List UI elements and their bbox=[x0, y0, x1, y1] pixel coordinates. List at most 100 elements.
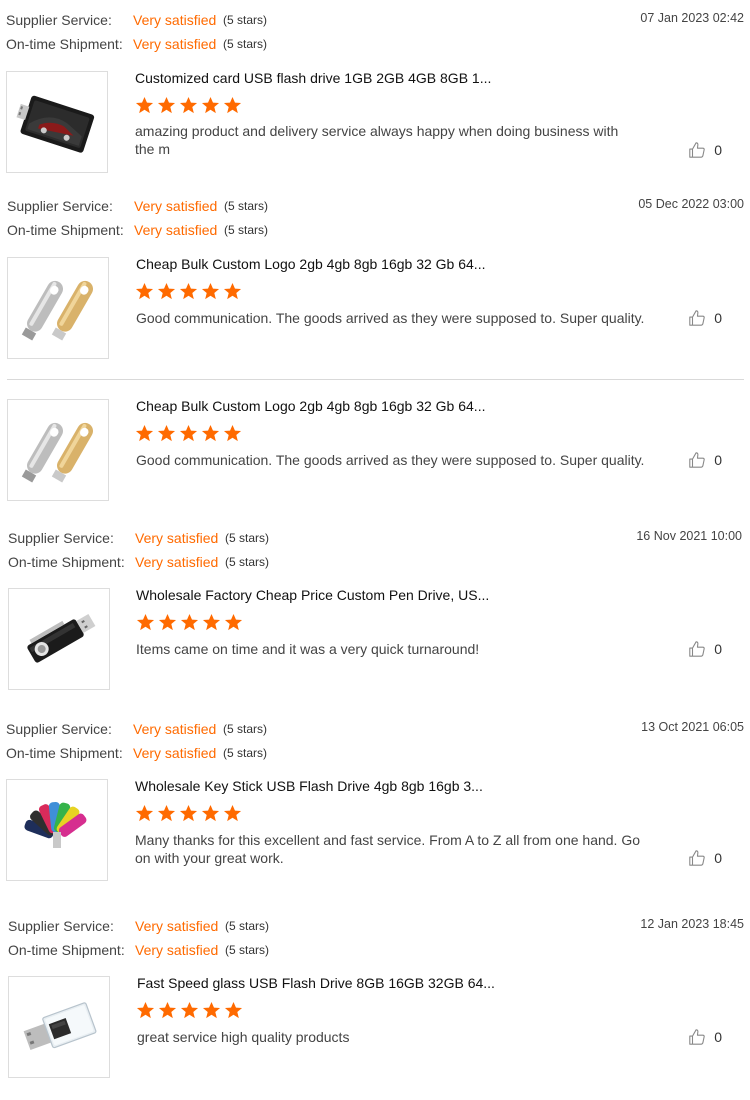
colorful-key-usb-image[interactable] bbox=[6, 779, 108, 881]
product-title[interactable]: Wholesale Factory Cheap Price Custom Pen… bbox=[136, 587, 489, 603]
like-button[interactable]: 0 bbox=[688, 309, 722, 327]
rating-stars bbox=[135, 804, 242, 823]
supplier-service-value: Very satisfied bbox=[135, 530, 219, 546]
like-button[interactable]: 0 bbox=[688, 849, 722, 867]
like-count: 0 bbox=[714, 310, 722, 326]
supplier-service-value: Very satisfied bbox=[134, 198, 218, 214]
ontime-shipment-row: On-time Shipment: Very satisfied (5 star… bbox=[6, 35, 267, 53]
supplier-service-row: Supplier Service: Very satisfied (5 star… bbox=[6, 11, 267, 29]
ontime-shipment-value: Very satisfied bbox=[135, 554, 219, 570]
product-title[interactable]: Customized card USB flash drive 1GB 2GB … bbox=[135, 70, 491, 86]
review-comment: Good communication. The goods arrived as… bbox=[136, 310, 645, 326]
like-count: 0 bbox=[714, 850, 722, 866]
star-icon bbox=[157, 804, 176, 822]
star-icon bbox=[180, 613, 199, 631]
ontime-shipment-stars: (5 stars) bbox=[225, 943, 270, 957]
star-icon bbox=[201, 424, 220, 442]
star-icon bbox=[223, 96, 242, 114]
ontime-shipment-value: Very satisfied bbox=[133, 36, 217, 52]
metal-keychain-usb-image[interactable] bbox=[7, 399, 109, 501]
like-button[interactable]: 0 bbox=[688, 141, 722, 159]
review-date: 05 Dec 2022 03:00 bbox=[638, 197, 744, 211]
ontime-shipment-label: On-time Shipment: bbox=[8, 942, 125, 958]
supplier-service-stars: (5 stars) bbox=[223, 13, 268, 27]
like-count: 0 bbox=[714, 452, 722, 468]
ontime-shipment-value: Very satisfied bbox=[135, 942, 219, 958]
star-icon bbox=[224, 1001, 243, 1019]
star-icon bbox=[179, 424, 198, 442]
glass-usb-image[interactable] bbox=[8, 976, 110, 1078]
like-button[interactable]: 0 bbox=[688, 451, 722, 469]
supplier-service-label: Supplier Service: bbox=[6, 12, 112, 28]
star-icon bbox=[136, 1001, 155, 1019]
product-title[interactable]: Fast Speed glass USB Flash Drive 8GB 16G… bbox=[137, 975, 495, 991]
ontime-shipment-label: On-time Shipment: bbox=[8, 554, 125, 570]
star-icon bbox=[157, 282, 176, 300]
supplier-service-row: Supplier Service: Very satisfied (5 star… bbox=[7, 197, 268, 215]
ontime-shipment-stars: (5 stars) bbox=[223, 37, 268, 51]
ontime-shipment-label: On-time Shipment: bbox=[6, 36, 123, 52]
thumbs-up-icon bbox=[689, 142, 705, 158]
product-title[interactable]: Wholesale Key Stick USB Flash Drive 4gb … bbox=[135, 778, 483, 794]
swivel-usb-image[interactable] bbox=[8, 588, 110, 690]
supplier-service-row: Supplier Service: Very satisfied (5 star… bbox=[8, 917, 269, 935]
product-title[interactable]: Cheap Bulk Custom Logo 2gb 4gb 8gb 16gb … bbox=[136, 398, 485, 414]
supplier-service-value: Very satisfied bbox=[135, 918, 219, 934]
star-icon bbox=[224, 613, 243, 631]
review-comment: amazing product and delivery service alw… bbox=[135, 123, 619, 157]
ontime-shipment-label: On-time Shipment: bbox=[6, 745, 123, 761]
star-icon bbox=[179, 96, 198, 114]
card-usb-image[interactable] bbox=[6, 71, 108, 173]
rating-stars bbox=[135, 282, 242, 301]
star-icon bbox=[201, 282, 220, 300]
review-comment: great service high quality products bbox=[137, 1029, 350, 1045]
star-icon bbox=[135, 424, 154, 442]
review-comment: Items came on time and it was a very qui… bbox=[136, 641, 480, 657]
metal-keychain-usb-image[interactable] bbox=[7, 257, 109, 359]
review-comment: Many thanks for this excellent and fast … bbox=[135, 832, 641, 866]
like-button[interactable]: 0 bbox=[688, 640, 722, 658]
like-count: 0 bbox=[714, 1029, 722, 1045]
star-icon bbox=[135, 804, 154, 822]
thumbs-up-icon bbox=[689, 310, 705, 326]
star-icon bbox=[136, 613, 155, 631]
supplier-service-value: Very satisfied bbox=[133, 721, 217, 737]
like-count: 0 bbox=[714, 641, 722, 657]
ontime-shipment-row: On-time Shipment: Very satisfied (5 star… bbox=[7, 221, 268, 239]
supplier-service-label: Supplier Service: bbox=[7, 198, 113, 214]
thumbs-up-icon bbox=[689, 850, 705, 866]
supplier-service-stars: (5 stars) bbox=[223, 722, 268, 736]
rating-stars bbox=[135, 96, 242, 115]
ontime-shipment-row: On-time Shipment: Very satisfied (5 star… bbox=[6, 744, 267, 762]
review-date: 07 Jan 2023 02:42 bbox=[640, 11, 744, 25]
star-icon bbox=[135, 282, 154, 300]
supplier-service-label: Supplier Service: bbox=[8, 918, 114, 934]
supplier-service-row: Supplier Service: Very satisfied (5 star… bbox=[8, 529, 269, 547]
star-icon bbox=[180, 1001, 199, 1019]
ontime-shipment-value: Very satisfied bbox=[133, 745, 217, 761]
star-icon bbox=[202, 1001, 221, 1019]
thumbs-up-icon bbox=[689, 452, 705, 468]
star-icon bbox=[223, 282, 242, 300]
ontime-shipment-row: On-time Shipment: Very satisfied (5 star… bbox=[8, 941, 269, 959]
star-icon bbox=[223, 424, 242, 442]
product-title[interactable]: Cheap Bulk Custom Logo 2gb 4gb 8gb 16gb … bbox=[136, 256, 485, 272]
rating-stars bbox=[135, 424, 242, 443]
ontime-shipment-stars: (5 stars) bbox=[224, 223, 269, 237]
like-count: 0 bbox=[714, 142, 722, 158]
ontime-shipment-row: On-time Shipment: Very satisfied (5 star… bbox=[8, 553, 269, 571]
divider bbox=[7, 379, 744, 380]
star-icon bbox=[202, 613, 221, 631]
like-button[interactable]: 0 bbox=[688, 1028, 722, 1046]
supplier-service-value: Very satisfied bbox=[133, 12, 217, 28]
review-comment: Good communication. The goods arrived as… bbox=[136, 452, 645, 468]
thumbs-up-icon bbox=[689, 641, 705, 657]
supplier-service-row: Supplier Service: Very satisfied (5 star… bbox=[6, 720, 267, 738]
star-icon bbox=[201, 804, 220, 822]
supplier-service-stars: (5 stars) bbox=[225, 531, 270, 545]
star-icon bbox=[157, 96, 176, 114]
ontime-shipment-stars: (5 stars) bbox=[223, 746, 268, 760]
rating-stars bbox=[136, 613, 243, 632]
star-icon bbox=[157, 424, 176, 442]
ontime-shipment-stars: (5 stars) bbox=[225, 555, 270, 569]
